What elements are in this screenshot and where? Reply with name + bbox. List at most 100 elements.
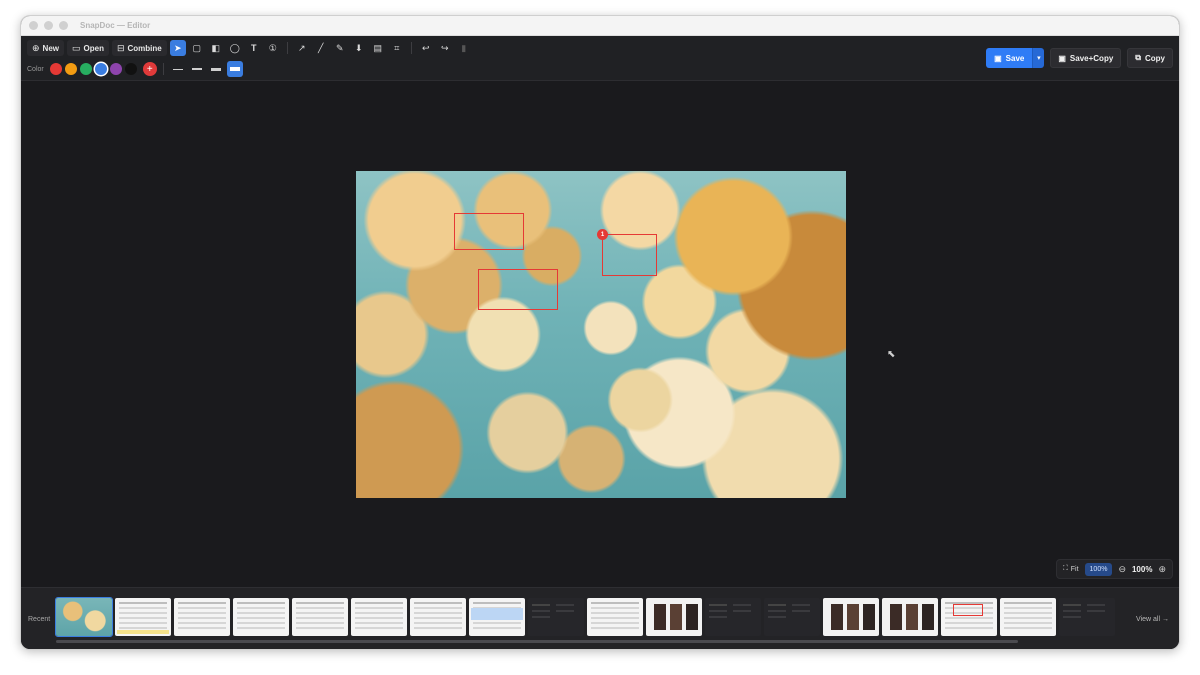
save-button[interactable]: ▣ Save [986, 48, 1033, 68]
recent-scrollbar[interactable] [56, 640, 1018, 643]
open-button[interactable]: ▭ Open [67, 40, 109, 56]
stroke-extra-thick[interactable] [226, 61, 243, 77]
redo-icon: ↪ [440, 42, 449, 53]
annotation-rectangle[interactable] [454, 213, 524, 250]
recent-thumbnail[interactable] [587, 598, 643, 636]
undo-button[interactable]: ↩ [418, 40, 434, 56]
line-tool[interactable]: ╱ [313, 40, 329, 56]
color-swatch-green[interactable] [79, 63, 92, 75]
mouse-cursor-icon: ⬉ [887, 349, 896, 360]
recent-thumbnail[interactable] [941, 598, 997, 636]
undo-icon: ↩ [421, 42, 430, 53]
save-copy-label: Save+Copy [1069, 53, 1114, 63]
marker-tool[interactable]: ⬇ [351, 40, 367, 56]
color-swatch-purple[interactable] [109, 63, 122, 75]
toolbar-divider [286, 42, 288, 54]
recent-thumbnail[interactable] [174, 598, 230, 636]
recent-thumbnail[interactable] [469, 598, 525, 636]
pen-icon: ✎ [335, 42, 344, 53]
recent-thumbnail[interactable] [646, 598, 702, 636]
toolbar-divider [410, 42, 412, 54]
step-number-badge[interactable]: 1 [597, 229, 608, 240]
redo-button[interactable]: ↪ [437, 40, 453, 56]
plus-circle-icon: ⊕ [32, 42, 40, 53]
recent-thumbnail[interactable] [233, 598, 289, 636]
stroke-thick[interactable] [208, 61, 224, 77]
title-bar: SnapDoc — Editor [21, 16, 1179, 36]
recent-thumbnail[interactable] [292, 598, 348, 636]
new-label: New [42, 43, 59, 53]
arrow-icon: ↗ [297, 42, 306, 53]
stroke-thin[interactable] [170, 61, 186, 77]
copy-label: Copy [1145, 53, 1165, 63]
recent-thumbnail[interactable] [764, 598, 820, 636]
copy-icon: ⧉ [1135, 53, 1141, 62]
recent-thumbnail[interactable] [115, 598, 171, 636]
combine-icon: ⊟ [116, 42, 125, 53]
step-number-tool[interactable]: ① [265, 40, 281, 56]
select-tool[interactable]: ➤ [169, 40, 186, 56]
recent-thumbnail[interactable] [410, 598, 466, 636]
rectangle-tool[interactable]: ▢ [189, 40, 205, 56]
recent-thumbnail[interactable] [1059, 598, 1115, 636]
line-icon: ╱ [318, 42, 324, 53]
color-swatch-blue[interactable] [94, 63, 107, 75]
zoom-out-icon[interactable]: ⊖ [1118, 564, 1126, 575]
fit-button[interactable]: ⛶ Fit [1063, 565, 1079, 573]
delete-button[interactable]: ▮ [456, 40, 472, 56]
fit-screen-icon: ⛶ [1062, 565, 1068, 572]
text-tool[interactable]: T [246, 40, 262, 56]
recent-thumbnail[interactable] [351, 598, 407, 636]
thick-line-icon [210, 67, 221, 71]
recent-thumbnail[interactable] [882, 598, 938, 636]
edited-image[interactable]: 1 [356, 171, 846, 498]
recent-thumbnail[interactable] [55, 597, 113, 637]
stroke-medium[interactable] [189, 61, 205, 77]
copy-button[interactable]: ⧉ Copy [1127, 48, 1173, 68]
recent-thumbnail[interactable] [1000, 598, 1056, 636]
crop-icon: ⌗ [394, 42, 400, 53]
color-swatch-red[interactable] [49, 63, 62, 75]
blur-tool[interactable]: ▤ [370, 40, 386, 56]
recent-thumbnail[interactable] [528, 598, 584, 636]
highlight-box-tool[interactable]: ◧ [208, 40, 224, 56]
chevron-down-icon: ▾ [1037, 55, 1041, 62]
zoom-window-button[interactable] [59, 21, 68, 30]
thin-line-icon [172, 68, 183, 70]
canvas-area[interactable]: 1 ⬉ ⛶ Fit 100% ⊖ 100% ⊕ [21, 82, 1179, 587]
zoom-100-button[interactable]: 100% [1084, 562, 1113, 576]
annotation-rectangle[interactable] [602, 234, 657, 276]
recent-label: Recent [28, 616, 51, 623]
annotation-rectangle[interactable] [478, 269, 558, 310]
recent-thumbnail[interactable] [705, 598, 761, 636]
view-all-link[interactable]: View all → [1136, 616, 1169, 623]
recent-strip: Recent View all → [21, 587, 1179, 649]
open-label: Open [83, 43, 104, 53]
color-swatch-black[interactable] [124, 63, 137, 75]
recent-thumbnail[interactable] [823, 598, 879, 636]
crop-tool[interactable]: ⌗ [389, 40, 405, 56]
text-icon: T [251, 43, 257, 53]
arrow-tool[interactable]: ↗ [294, 40, 310, 56]
save-label: Save [1005, 53, 1025, 63]
save-options-button[interactable]: ▾ [1032, 48, 1045, 68]
blur-icon: ▤ [373, 42, 382, 53]
select-icon: ➤ [173, 42, 182, 53]
close-window-button[interactable] [29, 21, 38, 30]
extra-thick-line-icon [229, 67, 240, 71]
folder-icon: ▭ [72, 42, 81, 53]
color-swatch-orange[interactable] [64, 63, 77, 75]
zoom-in-icon[interactable]: ⊕ [1158, 564, 1166, 575]
save-icon: ▣ [994, 53, 1002, 63]
editor-window: SnapDoc — Editor ⊕ New ▭ Open ⊟ Combine … [20, 15, 1180, 650]
recent-thumbnails [55, 597, 1115, 637]
ellipse-tool[interactable]: ◯ [227, 40, 243, 56]
pen-tool[interactable]: ✎ [332, 40, 348, 56]
combine-label: Combine [127, 43, 162, 53]
combine-button[interactable]: ⊟ Combine [111, 40, 167, 56]
add-color-button[interactable]: + [142, 62, 157, 76]
save-copy-button[interactable]: ▣ Save+Copy [1050, 48, 1122, 68]
toolbar: ⊕ New ▭ Open ⊟ Combine ➤ ▢ ◧ ◯ T ① ↗ ╱ ✎… [21, 36, 1179, 81]
minimize-window-button[interactable] [44, 21, 53, 30]
new-button[interactable]: ⊕ New [27, 40, 64, 56]
